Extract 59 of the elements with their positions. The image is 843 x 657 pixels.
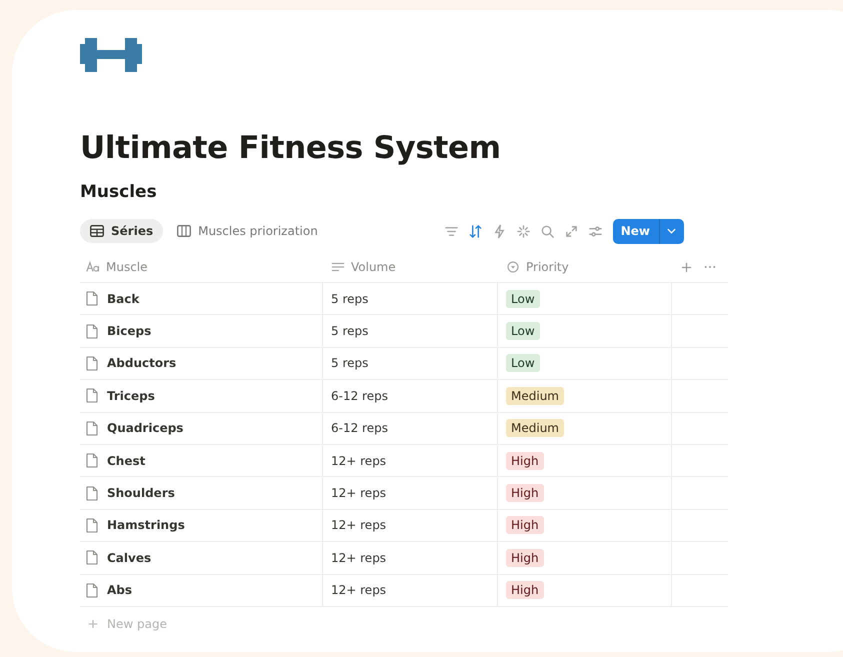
muscle-name[interactable]: Triceps	[107, 388, 155, 403]
priority-tag: Low	[506, 290, 540, 308]
page-icon	[86, 324, 98, 339]
volume-text: 12+ reps	[331, 583, 386, 598]
muscle-name[interactable]: Abductors	[107, 356, 176, 370]
volume-text: 5 reps	[331, 324, 368, 338]
muscle-name[interactable]: Shoulders	[107, 486, 175, 500]
priority-tag: Medium	[506, 386, 564, 405]
table-icon	[90, 225, 104, 237]
page-icon	[86, 356, 98, 371]
page-icon	[86, 518, 98, 533]
muscle-name[interactable]: Hamstrings	[107, 518, 185, 532]
muscle-name[interactable]: Biceps	[107, 324, 152, 338]
volume-text: 12+ reps	[331, 454, 386, 468]
priority-tag: High	[506, 548, 544, 567]
volume-text: 12+ reps	[331, 486, 386, 500]
sparkle-icon[interactable]	[516, 224, 531, 238]
muscle-name[interactable]: Quadriceps	[107, 421, 184, 436]
new-button[interactable]: New	[612, 218, 684, 244]
volume-text: 12+ reps	[331, 550, 386, 565]
page-icon	[86, 550, 98, 566]
muscle-name[interactable]: Abs	[107, 583, 132, 598]
volume-text: 6-12 reps	[331, 421, 388, 436]
priority-tag: High	[506, 581, 544, 600]
priority-tag: Low	[506, 354, 540, 372]
text-type-icon	[86, 261, 100, 273]
volume-text: 5 reps	[331, 292, 368, 306]
volume-text: 6-12 reps	[331, 388, 388, 403]
select-icon	[506, 261, 520, 273]
view-tab[interactable]: Séries	[80, 219, 164, 243]
priority-tag: High	[506, 484, 544, 502]
priority-tag: Medium	[506, 419, 564, 438]
muscle-name[interactable]: Chest	[107, 454, 146, 468]
volume-text: 12+ reps	[331, 518, 386, 532]
page-icon	[86, 582, 98, 598]
priority-tag: High	[506, 516, 544, 534]
chevron-down-icon	[667, 228, 676, 234]
more-icon[interactable]	[704, 265, 716, 269]
muscle-name[interactable]: Calves	[107, 550, 152, 565]
columns-icon	[177, 225, 192, 237]
priority-tag: High	[506, 452, 544, 470]
page-icon	[86, 420, 98, 436]
priority-tag: Low	[506, 322, 540, 340]
volume-text: 5 reps	[331, 356, 368, 370]
page-icon	[86, 486, 98, 501]
lines-icon	[331, 261, 345, 273]
expand-icon[interactable]	[564, 224, 579, 238]
view-tab[interactable]: Muscles priorization	[167, 219, 328, 243]
page-icon	[86, 388, 98, 404]
sliders-icon[interactable]	[588, 224, 603, 238]
database-title: Muscles	[80, 181, 158, 204]
muscle-name[interactable]: Back	[107, 292, 140, 306]
page-title: Ultimate Fitness System	[80, 129, 502, 168]
search-icon[interactable]	[540, 224, 555, 238]
page-icon	[86, 453, 98, 468]
page-icon	[86, 291, 98, 306]
add-column-icon[interactable]	[681, 262, 692, 272]
sort-icon[interactable]	[468, 224, 483, 238]
plus-icon	[88, 618, 98, 629]
